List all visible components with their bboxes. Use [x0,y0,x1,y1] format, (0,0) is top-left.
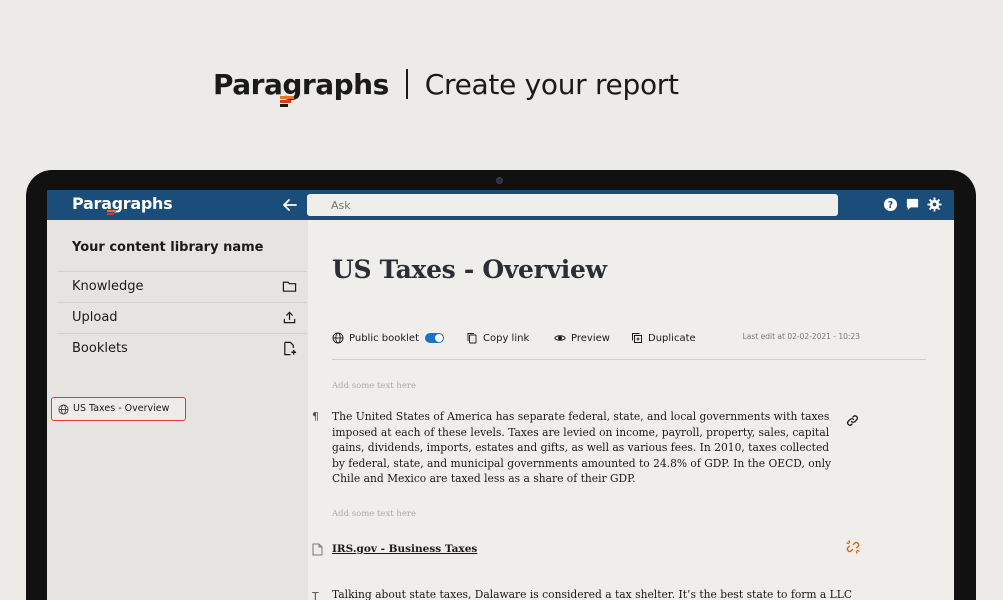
back-arrow-icon[interactable] [280,195,300,215]
sidebar-item-label: Booklets [72,341,128,356]
ask-input[interactable] [307,194,838,216]
add-text-placeholder[interactable]: Add some text here [332,509,416,519]
preview-label: Preview [571,332,610,344]
paragraph-icon[interactable]: ¶ [312,410,319,423]
duplicate-button[interactable]: Duplicate [631,330,696,346]
copy-link-button[interactable]: Copy link [466,330,529,346]
booklet-item-us-taxes[interactable]: US Taxes - Overview [51,397,186,421]
public-booklet-toggle[interactable]: Public booklet [332,330,444,346]
top-bar: Paragraphs ? [47,190,954,220]
app-logo-text: Paragraphs [72,194,173,213]
top-bar-actions: ? [883,197,942,212]
eye-icon [554,335,566,341]
globe-icon [58,404,69,415]
app-screen: Paragraphs ? [47,190,954,600]
duplicate-icon [632,333,642,343]
upload-icon [283,311,296,324]
sidebar-item-booklets[interactable]: Booklets [57,333,307,364]
sidebar-item-upload[interactable]: Upload [57,302,307,333]
camera-icon [496,177,503,184]
sidebar-item-label: Upload [72,310,118,325]
sidebar-item-knowledge[interactable]: Knowledge [57,271,307,302]
copy-icon [467,333,477,344]
source-link[interactable]: IRS.gov - Business Taxes [332,543,477,555]
text-block-icon[interactable]: T [312,590,319,600]
brand-mark-icon [280,95,294,108]
paragraph-text[interactable]: The United States of America has separat… [332,409,840,487]
document-title[interactable]: US Taxes - Overview [332,255,607,284]
link-icon[interactable] [846,414,859,427]
broken-link-icon[interactable] [846,540,860,554]
toolbar-divider [332,359,926,360]
copy-link-label: Copy link [483,332,530,344]
chat-icon[interactable] [905,197,920,212]
folder-icon [282,281,297,292]
duplicate-label: Duplicate [648,332,696,344]
settings-icon[interactable] [927,197,942,212]
hero-separator [405,69,408,99]
add-document-icon[interactable] [282,341,297,356]
document-toolbar: Public booklet Copy link Preview Duplica… [332,330,926,350]
last-edit-timestamp: Last edit at 02-02-2021 - 10:23 [742,332,860,341]
hero-tagline: Create your report [424,67,679,101]
add-text-placeholder[interactable]: Add some text here [332,381,416,391]
public-booklet-switch[interactable] [425,333,444,343]
hero-brand-text: Paragraphs [213,67,389,101]
svg-text:?: ? [888,200,893,211]
device-frame: Paragraphs ? [26,170,976,600]
sidebar: Your content library name Knowledge Uplo… [47,220,308,600]
sidebar-item-label: Knowledge [72,279,144,294]
preview-button[interactable]: Preview [554,330,610,346]
app-logo[interactable]: Paragraphs [72,194,173,215]
hero-header: Paragraphs Create your report [213,62,679,107]
public-booklet-label: Public booklet [349,332,419,344]
document-editor: US Taxes - Overview Public booklet Copy … [308,220,954,600]
library-name: Your content library name [72,240,264,255]
brand-mark-icon [107,210,116,217]
booklet-item-label: US Taxes - Overview [73,403,170,414]
source-link-row: IRS.gov - Business Taxes [312,542,872,558]
hero-brand-logo: Paragraphs [213,67,389,107]
help-icon[interactable]: ? [883,197,898,212]
document-icon [312,543,323,556]
globe-icon [332,332,344,344]
paragraph-text[interactable]: Talking about state taxes, Dalaware is c… [332,587,852,600]
